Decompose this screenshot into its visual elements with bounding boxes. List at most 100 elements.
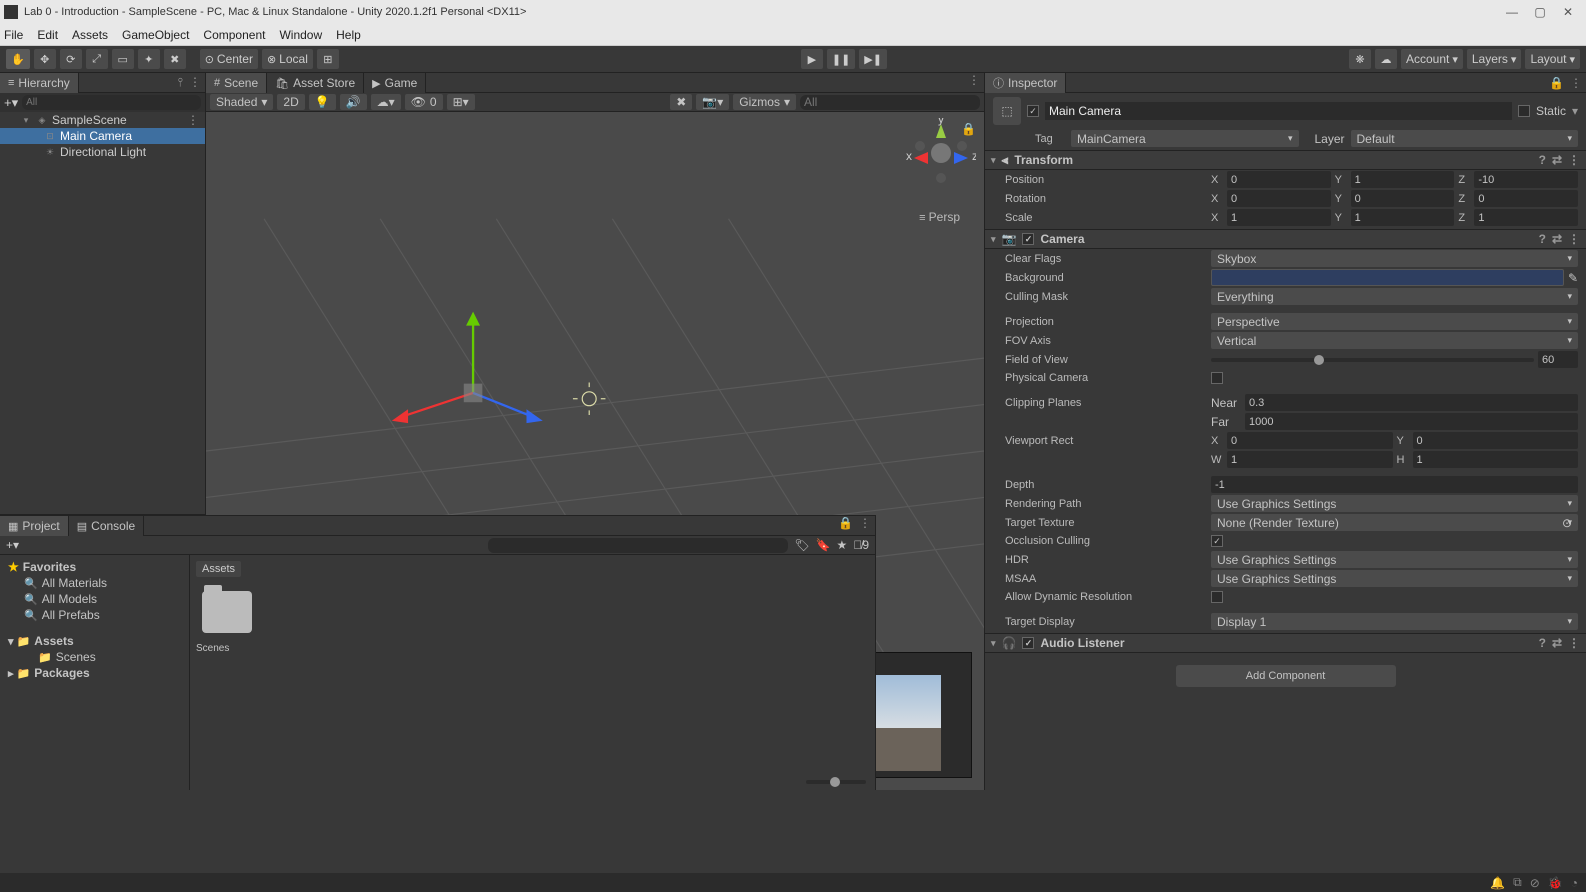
custom-tool[interactable]: ✖	[164, 49, 186, 69]
dynres-checkbox[interactable]	[1211, 591, 1223, 603]
position-x-field[interactable]: 0	[1227, 171, 1331, 188]
hierarchy-search[interactable]	[22, 95, 201, 110]
scene-menu-icon[interactable]: ⋮	[968, 73, 980, 92]
position-z-field[interactable]: -10	[1474, 171, 1578, 188]
static-checkbox[interactable]	[1518, 105, 1530, 117]
folder-scenes[interactable]	[202, 591, 252, 633]
hierarchy-pin-icon[interactable]: ⫯	[178, 75, 183, 90]
culling-mask-dropdown[interactable]: Everything	[1211, 288, 1578, 305]
position-y-field[interactable]: 1	[1351, 171, 1455, 188]
pause-button[interactable]: ❚❚	[827, 49, 855, 69]
menu-help[interactable]: Help	[336, 28, 361, 42]
scale-tool[interactable]: ⤢	[86, 49, 108, 69]
favorites-header[interactable]: ★ Favorites	[0, 559, 189, 575]
game-tab[interactable]: ▶ Game	[364, 73, 426, 93]
scene-tools-icon[interactable]: ✖	[670, 94, 692, 110]
rect-tool[interactable]: ▭	[112, 49, 134, 69]
menu-component[interactable]: Component	[203, 28, 265, 42]
fav-all-prefabs[interactable]: 🔍 All Prefabs	[0, 607, 189, 623]
step-button[interactable]: ▶❚	[859, 49, 887, 69]
hierarchy-create-dropdown[interactable]: +▾	[4, 95, 18, 111]
gameobject-name-field[interactable]	[1045, 102, 1512, 120]
fov-field[interactable]: 60	[1538, 351, 1578, 368]
gameobject-icon[interactable]: ⬚	[993, 97, 1021, 125]
favorite-icon[interactable]: ★	[837, 538, 848, 552]
audio-listener-header[interactable]: ▾🎧 ✓ Audio Listener ?⇄⋮	[985, 633, 1586, 653]
layout-dropdown[interactable]: Layout ▾	[1525, 49, 1580, 69]
viewport-y-field[interactable]: 0	[1413, 432, 1579, 449]
scene-row[interactable]: ▾◈SampleScene⋮	[0, 112, 205, 128]
assets-folder[interactable]: ▾ 📁 Assets	[0, 633, 189, 649]
status-bell-icon[interactable]: 🔔	[1490, 876, 1505, 890]
rotation-y-field[interactable]: 0	[1351, 190, 1455, 207]
projection-dropdown[interactable]: Perspective	[1211, 313, 1578, 330]
scene-visibility-toggle[interactable]: 👁 0	[405, 94, 443, 110]
project-create-dropdown[interactable]: +▾	[6, 538, 19, 552]
fav-all-models[interactable]: 🔍 All Models	[0, 591, 189, 607]
far-clip-field[interactable]: 1000	[1245, 413, 1578, 430]
scale-z-field[interactable]: 1	[1474, 209, 1578, 226]
hand-tool[interactable]: ✋	[6, 49, 30, 69]
collab-button[interactable]: ❋	[1349, 49, 1371, 69]
clear-flags-dropdown[interactable]: Skybox	[1211, 250, 1578, 267]
packages-folder[interactable]: ▸ 📁 Packages	[0, 665, 189, 681]
pivot-center-toggle[interactable]: ⊙ Center	[200, 49, 258, 69]
near-clip-field[interactable]: 0.3	[1245, 394, 1578, 411]
menu-assets[interactable]: Assets	[72, 28, 108, 42]
project-tab[interactable]: ▦ Project	[0, 516, 69, 536]
status-layers-icon[interactable]: ⧉	[1513, 875, 1522, 890]
minimize-button[interactable]: —	[1498, 5, 1526, 19]
hidden-packages-icon[interactable]: 👁̸9	[853, 538, 869, 552]
move-tool[interactable]: ✥	[34, 49, 56, 69]
rotate-tool[interactable]: ⟳	[60, 49, 82, 69]
component-menu-icon[interactable]: ⋮	[1568, 232, 1580, 246]
background-color-field[interactable]	[1211, 269, 1564, 286]
play-button[interactable]: ▶	[801, 49, 823, 69]
project-lock-icon[interactable]: 🔒	[838, 516, 853, 535]
project-breadcrumb[interactable]: Assets	[196, 561, 241, 577]
menu-file[interactable]: File	[4, 28, 23, 42]
scene-audio-toggle[interactable]: 🔊	[340, 94, 367, 110]
project-menu-icon[interactable]: ⋮	[859, 516, 871, 535]
preset-icon[interactable]: ⇄	[1552, 232, 1562, 246]
help-icon[interactable]: ?	[1539, 232, 1546, 246]
pivot-local-toggle[interactable]: ⊗ Local	[262, 49, 313, 69]
menu-window[interactable]: Window	[279, 28, 322, 42]
scene-light-toggle[interactable]: 💡	[309, 94, 336, 110]
scene-camera-dropdown[interactable]: 📷▾	[696, 94, 729, 110]
scene-menu-icon[interactable]: ⋮	[187, 113, 205, 127]
scene-search[interactable]	[800, 95, 980, 110]
help-icon[interactable]: ?	[1539, 636, 1546, 650]
asset-store-tab[interactable]: 🛍 Asset Store	[267, 73, 364, 93]
component-menu-icon[interactable]: ⋮	[1568, 636, 1580, 650]
occlusion-checkbox[interactable]: ✓	[1211, 535, 1223, 547]
inspector-lock-icon[interactable]: 🔒	[1549, 76, 1564, 90]
status-cache-icon[interactable]: ⊘	[1530, 876, 1540, 890]
scene-lock-icon[interactable]: 🔒	[961, 122, 976, 136]
menu-gameobject[interactable]: GameObject	[122, 28, 189, 42]
console-tab[interactable]: ▤ Console	[69, 516, 144, 536]
msaa-dropdown[interactable]: Use Graphics Settings	[1211, 570, 1578, 587]
viewport-h-field[interactable]: 1	[1413, 451, 1579, 468]
filter-by-type-icon[interactable]: 🏷	[794, 538, 809, 552]
camera-enabled-checkbox[interactable]: ✓	[1022, 233, 1034, 245]
hierarchy-tab[interactable]: ≡ Hierarchy	[0, 73, 79, 93]
depth-field[interactable]: -1	[1211, 476, 1578, 493]
tag-dropdown[interactable]: MainCamera	[1071, 130, 1299, 147]
gizmos-dropdown[interactable]: Gizmos ▾	[733, 94, 796, 110]
hierarchy-item-main-camera[interactable]: ⊡Main Camera	[0, 128, 205, 144]
persp-label[interactable]: ≡ Persp	[919, 210, 960, 224]
rotation-z-field[interactable]: 0	[1474, 190, 1578, 207]
fav-all-materials[interactable]: 🔍 All Materials	[0, 575, 189, 591]
2d-toggle[interactable]: 2D	[277, 94, 304, 110]
project-search[interactable]	[488, 538, 788, 553]
maximize-button[interactable]: ▢	[1526, 5, 1554, 19]
menu-edit[interactable]: Edit	[37, 28, 58, 42]
add-component-button[interactable]: Add Component	[1176, 665, 1396, 687]
inspector-menu-icon[interactable]: ⋮	[1570, 76, 1582, 90]
rotation-x-field[interactable]: 0	[1227, 190, 1331, 207]
hierarchy-menu-icon[interactable]: ⋮	[189, 75, 201, 90]
hierarchy-item-directional-light[interactable]: ☀Directional Light	[0, 144, 205, 160]
project-zoom-slider[interactable]	[806, 780, 866, 784]
scene-grid-dropdown[interactable]: ⊞▾	[447, 94, 475, 110]
